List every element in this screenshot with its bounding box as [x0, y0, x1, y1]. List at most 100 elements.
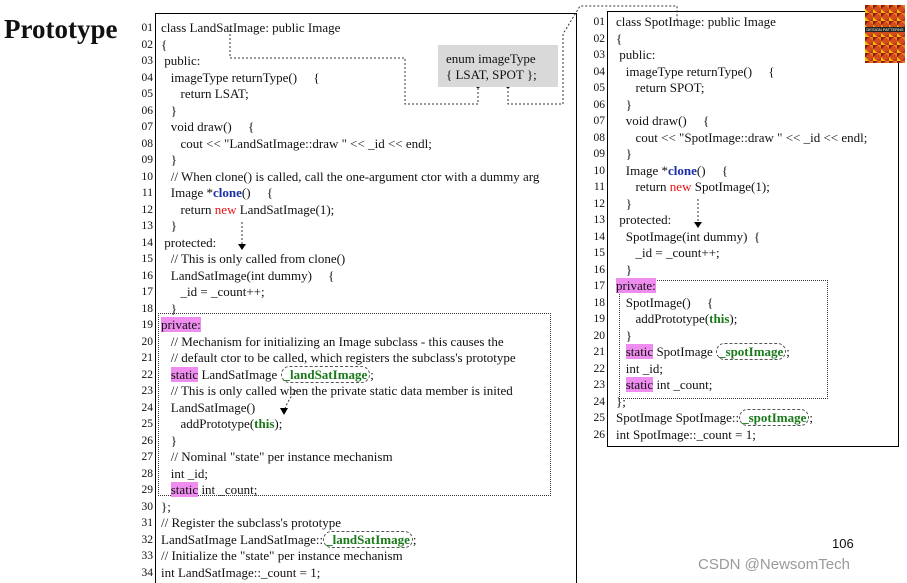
- clone-keyword: clone: [212, 185, 242, 200]
- code-line: _id = _count++;: [161, 284, 539, 301]
- line-number: 25: [141, 418, 154, 430]
- code-line: int LandSatImage::_count = 1;: [161, 565, 539, 582]
- line-number: 17: [141, 286, 154, 298]
- code-text: SpotImage: [653, 344, 717, 359]
- line-number: 02: [593, 32, 606, 45]
- code-text: // This is only called when the private …: [161, 383, 513, 398]
- code-line: int SpotImage::_count = 1;: [616, 427, 867, 444]
- line-number: 24: [593, 395, 606, 408]
- code-line: LandSatImage LandSatImage:: _landSatImage…: [161, 530, 539, 549]
- line-number: 25: [593, 412, 606, 424]
- highlighted-keyword: static: [170, 366, 199, 382]
- code-text: LandSatImage LandSatImage::: [161, 531, 324, 547]
- code-line: SpotImage(int dummy) {: [616, 229, 867, 246]
- static-member-name: _spotImage: [716, 343, 787, 360]
- line-number: 11: [141, 187, 153, 199]
- line-number: 29: [141, 484, 154, 496]
- code-line: return LSAT;: [161, 86, 539, 103]
- line-number: 33: [141, 550, 154, 562]
- highlighted-keyword: static: [625, 377, 654, 392]
- code-text: // Register the subclass's prototype: [161, 515, 341, 530]
- code-text: Image *: [616, 162, 668, 178]
- line-number: 09: [593, 148, 606, 160]
- line-number: 01: [141, 22, 154, 34]
- code-line: protected:: [161, 235, 539, 252]
- highlighted-keyword: private:: [161, 317, 201, 332]
- code-line: void draw() {: [616, 113, 867, 130]
- code-text: () {: [241, 185, 274, 200]
- code-line: };: [616, 394, 867, 411]
- code-line: return new SpotImage(1);: [616, 179, 867, 196]
- line-number: 12: [141, 203, 154, 216]
- code-line: int _id;: [616, 361, 867, 378]
- line-number: 15: [141, 253, 154, 265]
- left-line-numbers: 01 02 03 04 05 06 07 08 09 10 11 12 13 14 15 16 17 18 19 20…: [131, 20, 154, 581]
- line-number: 20: [593, 329, 606, 342]
- code-text: () {: [696, 162, 729, 178]
- code-text: );: [729, 311, 738, 326]
- line-number: 08: [593, 131, 606, 144]
- line-number: 17: [593, 280, 606, 292]
- code-line: cout << "LandSatImage::draw " << _id << …: [161, 136, 539, 153]
- code-line: }: [616, 328, 867, 345]
- line-number: 04: [593, 65, 606, 78]
- line-number: 18: [593, 296, 606, 309]
- code-text: // Initialize the "state" per instance m…: [161, 548, 403, 563]
- line-number: 26: [141, 434, 154, 447]
- line-number: 22: [141, 368, 154, 381]
- this-keyword: this: [254, 416, 275, 431]
- code-line: class SpotImage: public Image: [616, 14, 867, 31]
- code-text: int SpotImage::_count = 1;: [616, 426, 756, 442]
- line-number: 11: [593, 181, 605, 193]
- code-line: {: [616, 31, 867, 48]
- code-line: imageType returnType() {: [161, 70, 539, 87]
- code-text: ;: [809, 410, 814, 425]
- code-line: }: [616, 196, 867, 213]
- code-text: int _id;: [161, 465, 208, 481]
- code-text: // Mechanism for initializing an Image s…: [161, 333, 504, 349]
- code-text: imageType returnType() {: [161, 69, 320, 85]
- code-line: class LandSatImage: public Image: [161, 20, 539, 37]
- new-keyword: new: [214, 201, 237, 217]
- code-line: cout << "SpotImage::draw " << _id << end…: [616, 130, 868, 147]
- code-line: SpotImage() {: [616, 295, 867, 312]
- slide-title: Prototype: [4, 14, 118, 44]
- code-text: SpotImage(int dummy) {: [616, 228, 761, 244]
- code-text: class LandSatImage: public Image: [161, 20, 341, 35]
- line-number: 19: [141, 319, 154, 331]
- code-line: {: [161, 37, 539, 54]
- line-number: 20: [141, 335, 154, 348]
- code-text: }: [616, 96, 632, 112]
- code-line: }: [161, 301, 539, 318]
- code-text: addPrototype(: [616, 311, 710, 326]
- this-keyword: this: [709, 311, 730, 326]
- line-number: 19: [593, 313, 606, 325]
- code-text: addPrototype(: [161, 416, 255, 431]
- code-text: ;: [370, 366, 374, 382]
- line-number: 07: [593, 115, 606, 127]
- code-text: // default ctor to be called, which regi…: [161, 350, 516, 365]
- line-number: 08: [141, 137, 154, 150]
- logo-text: DESIGN PATTERNS: [865, 27, 905, 32]
- code-line: // default ctor to be called, which regi…: [161, 350, 539, 367]
- code-text: {: [161, 36, 168, 52]
- line-number: 10: [593, 164, 606, 177]
- line-number: 15: [593, 247, 606, 259]
- code-line: // Mechanism for initializing an Image s…: [161, 334, 539, 351]
- line-number: 22: [593, 362, 606, 375]
- code-text: }: [161, 102, 177, 118]
- line-number: 32: [141, 533, 154, 546]
- code-line: }: [616, 146, 867, 163]
- code-text: }: [616, 327, 632, 343]
- code-text: {: [616, 30, 623, 46]
- code-text: int _count;: [653, 377, 713, 392]
- clone-keyword: clone: [667, 162, 697, 178]
- code-text: cout << "LandSatImage::draw " << _id << …: [161, 135, 432, 151]
- code-line: LandSatImage(): [161, 400, 539, 417]
- line-number: 23: [593, 379, 606, 391]
- code-line: // Initialize the "state" per instance m…: [161, 548, 539, 565]
- code-line: return new LandSatImage(1);: [161, 202, 539, 219]
- code-line: LandSatImage(int dummy) {: [161, 268, 539, 285]
